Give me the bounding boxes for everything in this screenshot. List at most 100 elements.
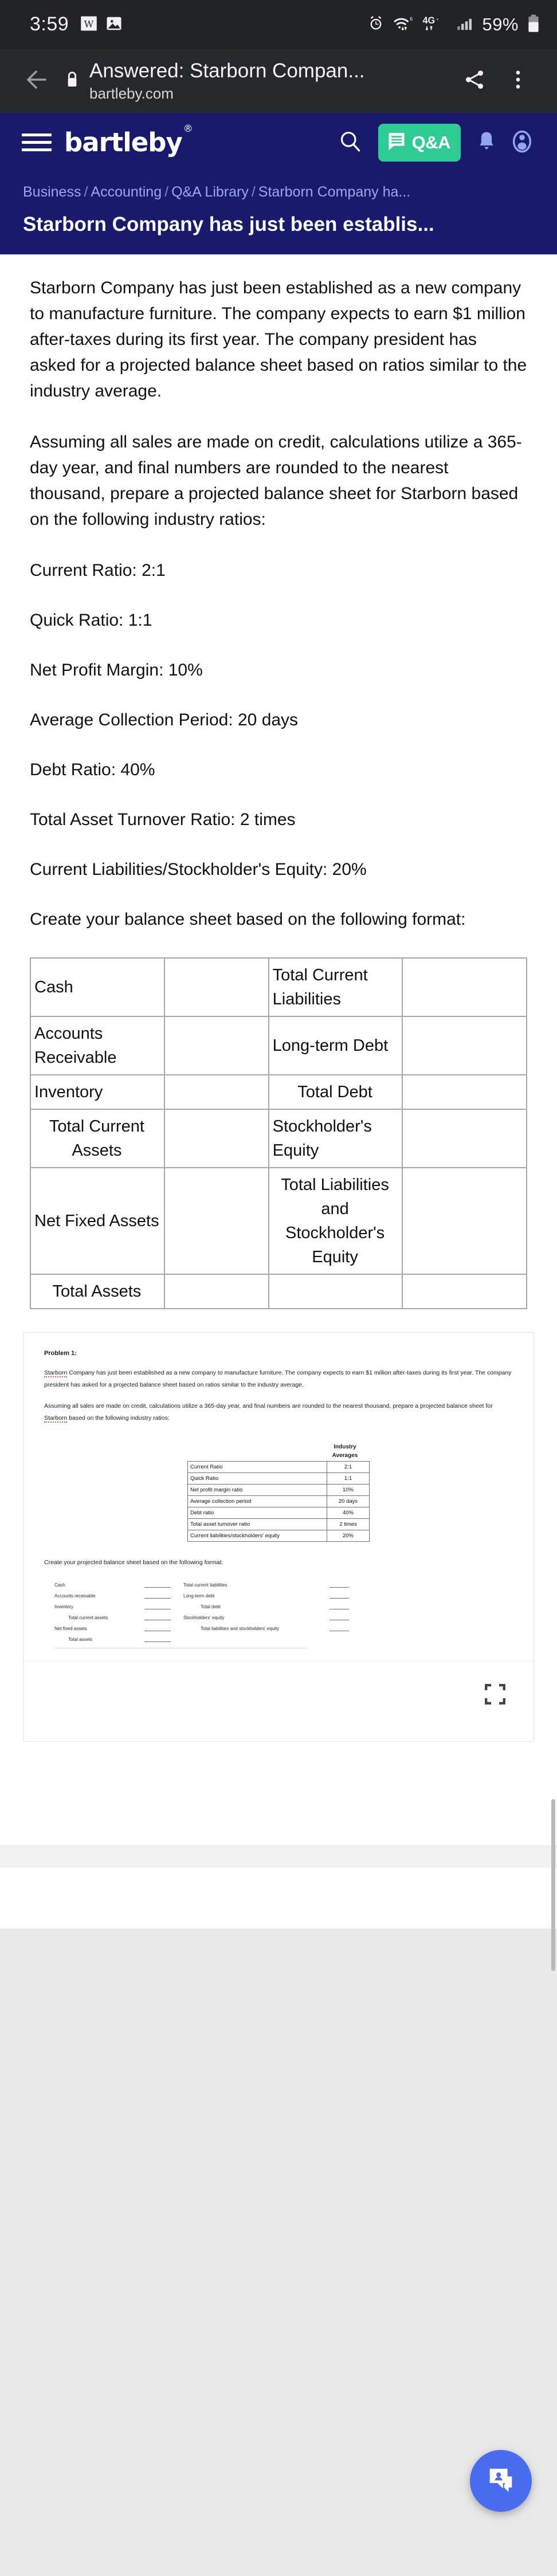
- scan-paragraph-2-rest: based on the following industry ratios:: [67, 1415, 170, 1421]
- misspelled-word: Starborn: [44, 1415, 68, 1423]
- bartleby-logo[interactable]: bartleby ®: [64, 123, 193, 158]
- asset-label: Accounts Receivable: [30, 1016, 165, 1075]
- chat-lines-icon: [387, 131, 406, 154]
- scan-balance-sheet-format: Cash Total current liabilities Accounts …: [44, 1582, 513, 1648]
- liability-value: [402, 1274, 527, 1309]
- asset-value: [163, 1167, 269, 1275]
- liability-value: [402, 957, 527, 1017]
- mini-asset-label: Inventory: [54, 1604, 73, 1609]
- site-security-button[interactable]: [57, 70, 87, 92]
- qa-button[interactable]: Q&A: [378, 123, 461, 162]
- table-row: Cash Total Current Liabilities: [30, 957, 527, 1017]
- notifications-button[interactable]: [469, 123, 504, 163]
- ratio-line: Net Profit Margin: 10%: [30, 661, 203, 680]
- status-system-icons: 6 4G + 59%: [367, 14, 541, 35]
- page-title: Starborn Company has just been establis.…: [23, 213, 434, 235]
- blank-line: [144, 1625, 171, 1631]
- table-row: Average collection period 20 days: [187, 1495, 370, 1507]
- asset-value: [163, 1074, 269, 1110]
- industry-averages-table: Current Ratio 2:1 Quick Ratio 1:1 Net pr…: [187, 1461, 370, 1542]
- browser-menu-button[interactable]: [496, 59, 540, 103]
- svg-text:4G: 4G: [423, 15, 436, 26]
- wikipedia-icon: W: [80, 15, 97, 34]
- asset-value: [163, 1109, 269, 1168]
- ratio-value: 2:1: [327, 1461, 370, 1473]
- ratio-line: Total Asset Turnover Ratio: 2 times: [30, 810, 296, 829]
- averages-header-line-2: Averages: [332, 1452, 358, 1459]
- ratio-value: 40%: [327, 1507, 370, 1519]
- page-domain: bartleby.com: [89, 84, 174, 102]
- breadcrumb-band: Business / Accounting / Q&A Library / Starborn…: [0, 172, 557, 254]
- content-tail-spacer: [0, 1758, 557, 1845]
- breadcrumb-item-qa-library[interactable]: Q&A Library: [171, 184, 249, 200]
- table-row: Total Assets: [30, 1274, 527, 1309]
- ratio-name: Quick Ratio: [187, 1472, 327, 1485]
- liability-label: Stockholder's Equity: [268, 1109, 403, 1168]
- nav-menu-button[interactable]: [22, 133, 52, 151]
- liability-label: Long-term Debt: [268, 1016, 403, 1075]
- breadcrumb-item-current[interactable]: Starborn Company ha...: [258, 184, 410, 200]
- breadcrumb-item-accounting[interactable]: Accounting: [91, 184, 162, 200]
- brand-registered-mark: ®: [183, 123, 193, 135]
- status-clock: 3:59: [30, 13, 69, 35]
- ratio-value: 20 days: [327, 1495, 370, 1507]
- cell-signal-icon: [456, 15, 474, 34]
- table-row: Debt ratio 40%: [187, 1507, 370, 1519]
- ratio-line: Current Ratio: 2:1: [30, 561, 166, 580]
- ask-expert-fab[interactable]: [470, 2450, 532, 2512]
- url-bar[interactable]: Answered: Starborn Compan... bartleby.co…: [87, 60, 453, 103]
- breadcrumb-item-business[interactable]: Business: [23, 184, 81, 200]
- liability-label: Total Current Liabilities: [268, 957, 403, 1017]
- blank-line: [330, 1625, 349, 1631]
- liability-value: [402, 1016, 527, 1075]
- hamburger-icon-line: [22, 141, 52, 144]
- mini-asset-label: Accounts receivable: [54, 1593, 96, 1599]
- list-item: Accounts receivable Long-term debt: [44, 1593, 513, 1599]
- ratio-name: Debt ratio: [187, 1507, 327, 1519]
- status-bar: 3:59 W 6 4G + 59%: [0, 0, 557, 49]
- scan-paragraph-2: Assuming all sales are made on credit, c…: [44, 1400, 513, 1424]
- asset-label: Net Fixed Assets: [30, 1167, 165, 1275]
- account-button[interactable]: [504, 123, 540, 163]
- list-item: Net fixed assets Total liabilities and s…: [44, 1625, 513, 1631]
- site-header: bartleby ® Q&A: [0, 113, 557, 172]
- ratio-name: Total asset turnover ratio: [187, 1518, 327, 1530]
- 4g-signal-icon: 4G +: [422, 15, 449, 34]
- more-vertical-icon: [508, 68, 528, 94]
- table-row: Accounts Receivable Long-term Debt: [30, 1016, 527, 1075]
- blank-line: [144, 1582, 171, 1588]
- browser-toolbar: Answered: Starborn Compan... bartleby.co…: [0, 49, 557, 113]
- search-button[interactable]: [330, 123, 370, 163]
- image-icon: [105, 15, 123, 34]
- back-arrow-icon: [22, 66, 50, 96]
- liability-label: [268, 1274, 403, 1309]
- scan-heading: Problem 1:: [44, 1350, 77, 1357]
- page-scrollbar[interactable]: [551, 1799, 555, 1971]
- liability-value: [402, 1074, 527, 1110]
- page-tab-title: Answered: Starborn Compan...: [89, 59, 365, 82]
- blank-line: [144, 1593, 171, 1599]
- ratio-name: Current liabilities/stockholders' equity: [187, 1530, 327, 1542]
- lock-icon: [64, 70, 81, 92]
- asset-label: Total Assets: [30, 1274, 165, 1309]
- industry-averages-block: Industry Averages Current Ratio 2:1 Quic…: [44, 1434, 513, 1542]
- expand-fullscreen-icon[interactable]: [483, 1682, 507, 1709]
- attached-image-wrapper: Problem 1: Starborn Company has just bee…: [0, 1332, 557, 1758]
- mini-liability-label: Total current liabilities: [183, 1582, 227, 1588]
- back-button[interactable]: [15, 60, 57, 102]
- blank-line: [330, 1582, 349, 1588]
- share-button[interactable]: [453, 59, 496, 103]
- question-attachment-image[interactable]: Problem 1: Starborn Company has just bee…: [23, 1332, 534, 1742]
- ratio-value: 1:1: [327, 1472, 370, 1485]
- mini-asset-label: Total assets: [68, 1637, 93, 1642]
- mini-asset-label: Net fixed assets: [54, 1626, 87, 1631]
- scan-format-lead: Create your projected balance sheet base…: [44, 1559, 223, 1566]
- format-lead-text: Create your balance sheet based on the f…: [30, 910, 466, 929]
- question-content: Starborn Company has just been establish…: [0, 254, 557, 1332]
- ratio-value: 10%: [327, 1484, 370, 1496]
- search-icon: [338, 129, 363, 156]
- table-row: Total Current Assets Stockholder's Equit…: [30, 1109, 527, 1168]
- user-avatar-icon: [510, 128, 534, 157]
- brand-wordmark: bartleby: [64, 127, 183, 158]
- breadcrumb-separator: /: [251, 184, 256, 200]
